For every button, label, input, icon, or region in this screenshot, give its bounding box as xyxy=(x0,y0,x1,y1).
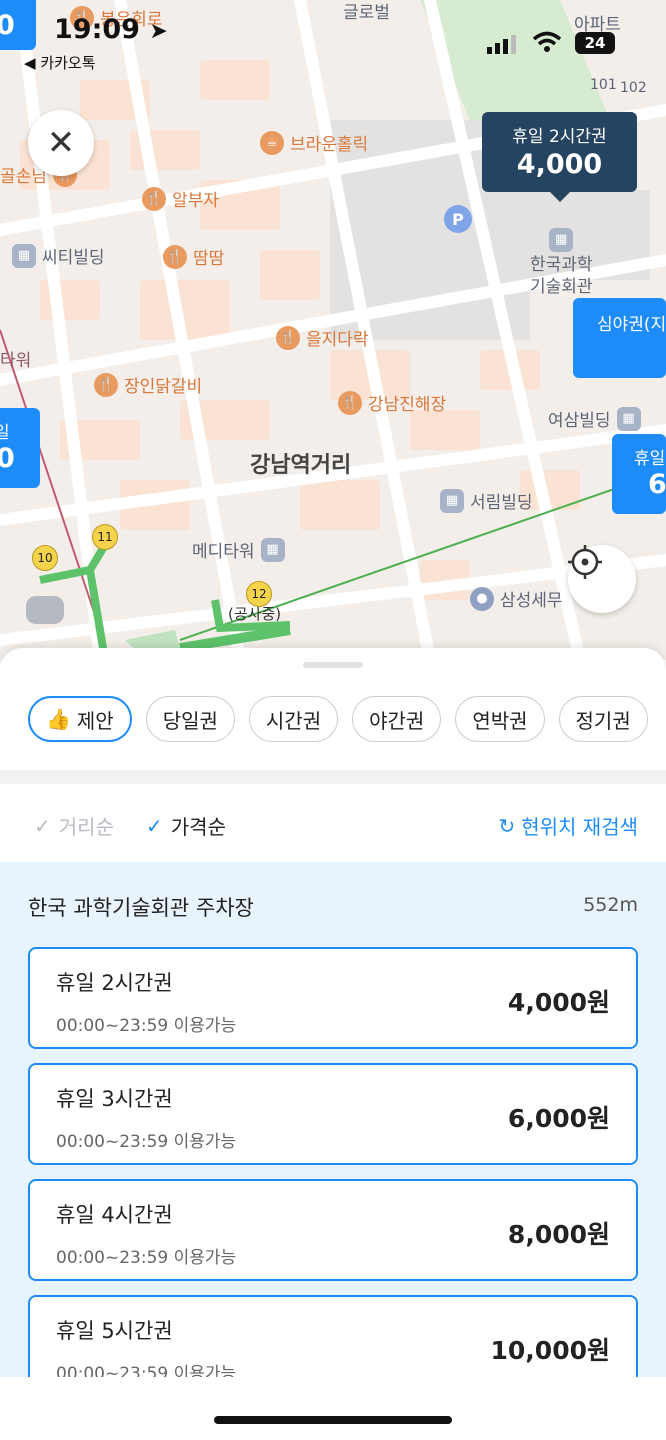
parking-lot-section: 한국 과학기술회관 주차장 552m 휴일 2시간권 00:00~23:59 이… xyxy=(0,862,666,1397)
parking-bottom-sheet: 👍 제안 당일권 시간권 야간권 연박권 정기권 ✓ 거리순 ✓ 가격순 ↻ 현위치 재… xyxy=(0,648,666,1440)
poi-kst-hall[interactable]: ▦ 한국과학 기술회관 xyxy=(530,228,593,298)
refresh-icon: ↻ xyxy=(498,813,516,838)
sort-row: ✓ 거리순 ✓ 가격순 ↻ 현위치 재검색 xyxy=(0,784,666,862)
ticket-type-chips: 👍 제안 당일권 시간권 야간권 연박권 정기권 xyxy=(28,696,648,742)
poi-city-building[interactable]: ▦ 씨티빌딩 xyxy=(12,243,105,268)
location-arrow-icon: ➤ xyxy=(149,19,168,44)
check-icon: ✓ xyxy=(34,813,51,838)
research-current-location-button[interactable]: ↻ 현위치 재검색 xyxy=(498,811,638,840)
poi-eulji-darak[interactable]: 🍴 을지다락 xyxy=(276,325,369,350)
building-pin-icon: ▦ xyxy=(616,406,641,431)
bus-stop-10[interactable]: 10 xyxy=(32,545,58,571)
lot-distance: 552m xyxy=(583,894,638,916)
ticket-hours: 00:00~23:59 이용가능 xyxy=(56,1132,237,1152)
thumbs-up-icon: 👍 xyxy=(46,707,71,731)
poi-jangin-dakgalbi[interactable]: 🍴 장인닭갈비 xyxy=(94,372,202,397)
poi-seorim-building[interactable]: ▦ 서림빌딩 xyxy=(440,488,533,513)
ticket-price: 6,000원 xyxy=(507,1104,610,1133)
restaurant-pin-icon: 🍴 xyxy=(142,186,166,211)
office-pin-icon: ● xyxy=(470,586,494,611)
callout-title: 휴일 2시간권 xyxy=(512,127,607,147)
building-pin-icon: ▦ xyxy=(260,537,285,562)
chip-hourly-pass[interactable]: 시간권 xyxy=(248,696,339,742)
poi-medi-tower[interactable]: 메디타워 ▦ xyxy=(192,537,285,562)
battery-icon: 24 xyxy=(575,32,615,54)
poi-tower[interactable]: 타워 xyxy=(0,346,31,371)
lot-name: 한국 과학기술회관 주차장 xyxy=(28,896,254,920)
ticket-card[interactable]: 휴일 4시간권 00:00~23:59 이용가능 8,000원 xyxy=(28,1179,638,1281)
ticket-name: 휴일 3시간권 xyxy=(56,1087,173,1111)
restaurant-pin-icon: 🍴 xyxy=(338,390,362,415)
home-indicator-area xyxy=(0,1377,666,1440)
status-time: 19:09 ➤ xyxy=(54,14,168,45)
chip-night-pass[interactable]: 야간권 xyxy=(352,696,442,742)
chip-season-pass[interactable]: 정기권 xyxy=(558,696,648,742)
restaurant-pin-icon: 🍴 xyxy=(94,372,118,397)
chip-suggest[interactable]: 👍 제안 xyxy=(28,696,132,742)
sort-by-price[interactable]: ✓ 가격순 xyxy=(146,811,226,840)
restroom-icon xyxy=(26,596,64,624)
poi-gangnam-haejang[interactable]: 🍴 강남진해장 xyxy=(338,390,446,415)
sheet-grabber[interactable] xyxy=(303,662,363,668)
ticket-name: 휴일 2시간권 xyxy=(56,971,173,995)
ticket-hours: 00:00~23:59 이용가능 xyxy=(56,1016,237,1036)
price-callout-left[interactable]: 일 0 xyxy=(0,408,40,488)
poi-102: 102 xyxy=(620,80,647,96)
building-pin-icon: ▦ xyxy=(12,243,36,268)
poi-ddamddam[interactable]: 🍴 땀땀 xyxy=(163,244,224,269)
restaurant-pin-icon: 🍴 xyxy=(276,325,300,350)
ticket-price: 10,000원 xyxy=(490,1336,610,1365)
price-callout-right[interactable]: 휴일 6 xyxy=(612,434,666,514)
close-icon: ✕ xyxy=(46,123,76,163)
restaurant-pin-icon: 🍴 xyxy=(163,244,187,269)
poi-alboo[interactable]: 🍴 알부자 xyxy=(142,186,219,211)
ticket-card[interactable]: 휴일 2시간권 00:00~23:59 이용가능 4,000원 xyxy=(28,947,638,1049)
building-pin-icon: ▦ xyxy=(440,488,464,513)
ticket-name: 휴일 5시간권 xyxy=(56,1319,173,1343)
home-indicator[interactable] xyxy=(214,1416,452,1424)
status-bar: 19:09 ➤ ◀ 카카오톡 24 xyxy=(0,0,666,80)
ticket-card[interactable]: 휴일 3시간권 00:00~23:59 이용가능 6,000원 xyxy=(28,1063,638,1165)
poi-samsung-tax[interactable]: ● 삼성세무 xyxy=(470,586,563,611)
parking-icon[interactable]: P xyxy=(444,205,472,233)
poi-yeosam-building[interactable]: 여삼빌딩 ▦ xyxy=(548,406,641,431)
ticket-price: 4,000원 xyxy=(507,988,610,1017)
back-to-app-link[interactable]: ◀ 카카오톡 xyxy=(24,52,96,73)
ticket-hours: 00:00~23:59 이용가능 xyxy=(56,1248,237,1268)
ticket-name: 휴일 4시간권 xyxy=(56,1203,173,1227)
crosshair-icon xyxy=(568,545,602,579)
bus-stop-11[interactable]: 11 xyxy=(92,524,118,550)
ticket-price: 8,000원 xyxy=(507,1220,610,1249)
chip-multi-night-pass[interactable]: 연박권 xyxy=(455,696,545,742)
price-callout-night[interactable]: 심야권(지 xyxy=(573,298,666,378)
chip-day-pass[interactable]: 당일권 xyxy=(145,696,235,742)
callout-price: 4,000 xyxy=(516,149,603,180)
building-pin-icon: ▦ xyxy=(549,228,574,252)
check-icon: ✓ xyxy=(146,813,163,838)
cafe-pin-icon: ☕ xyxy=(260,130,284,155)
poi-brown-holic[interactable]: ☕ 브라운홀릭 xyxy=(260,130,368,155)
section-divider xyxy=(0,770,666,784)
current-location-button[interactable] xyxy=(568,545,636,613)
close-button[interactable]: ✕ xyxy=(28,110,94,176)
sort-by-distance[interactable]: ✓ 거리순 xyxy=(34,811,114,840)
map-view[interactable]: 🍴봉은회로 글로벌 아파트 101 102 ☕브라운홀릭 골손님🍴 🍴알부자 ▦… xyxy=(0,0,666,660)
area-label-gangnam-street: 강남역거리 xyxy=(250,453,352,478)
bus-stop-12[interactable]: 12 xyxy=(246,581,272,607)
price-callout-selected[interactable]: 휴일 2시간권 4,000 xyxy=(482,112,637,202)
